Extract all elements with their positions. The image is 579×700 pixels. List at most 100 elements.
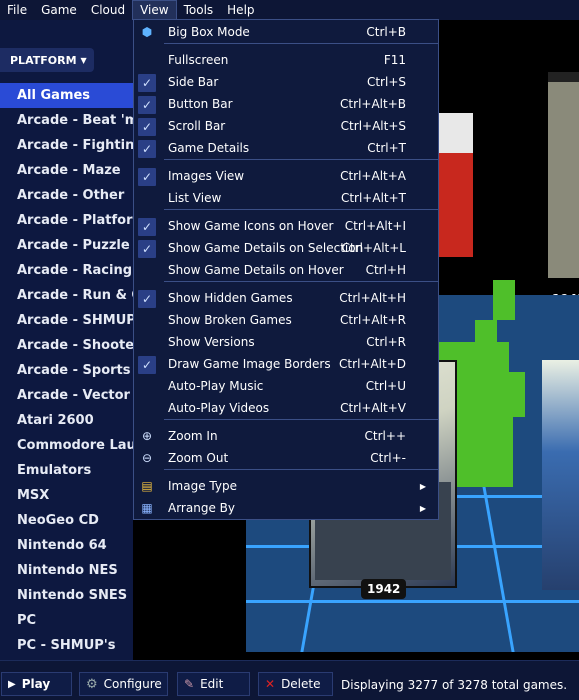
view-menu-item-show-hidden-games[interactable]: ✓ Show Hidden Games Ctrl+Alt+H <box>134 287 438 309</box>
delete-icon: ✕ <box>265 677 276 691</box>
view-menu-item-show-broken-games[interactable]: Show Broken Games Ctrl+Alt+R <box>134 309 438 331</box>
platform-item-all-games[interactable]: All Games <box>0 83 133 108</box>
menu-item-label: Zoom In <box>168 429 218 443</box>
view-menu-item-draw-game-image-borders[interactable]: ✓ Draw Game Image Borders Ctrl+Alt+D <box>134 353 438 375</box>
platform-item[interactable]: Nintendo SNES <box>0 583 133 608</box>
game-cover-n64[interactable] <box>433 113 473 257</box>
edit-button[interactable]: ✎ Edit <box>177 672 250 696</box>
menu-item-label: Image Type <box>168 479 237 493</box>
platform-item[interactable]: Nintendo 64 <box>0 533 133 558</box>
view-menu-item-arrange-by[interactable]: ▦ Arrange By ▶ <box>134 497 438 519</box>
view-menu-item-fullscreen[interactable]: Fullscreen F11 <box>134 49 438 71</box>
view-menu-item-auto-play-music[interactable]: Auto-Play Music Ctrl+U <box>134 375 438 397</box>
menu-item-label: Show Game Details on Selection <box>168 241 364 255</box>
menu-item-shortcut: Ctrl+Alt+L <box>341 241 406 255</box>
menu-bar: File Game Cloud View Tools Help <box>0 0 579 20</box>
menu-item-label: List View <box>168 191 222 205</box>
menu-item-shortcut: F11 <box>383 53 406 67</box>
delete-button[interactable]: ✕ Delete <box>258 672 333 696</box>
platform-item[interactable]: Arcade - Beat 'm Up <box>0 108 133 133</box>
view-menu-item-zoom-out[interactable]: ⊖ Zoom Out Ctrl+- <box>134 447 438 469</box>
menu-item-label: Zoom Out <box>168 451 229 465</box>
edit-label: Edit <box>200 677 224 691</box>
menu-item-label: Show Game Icons on Hover <box>168 219 334 233</box>
menu-item-shortcut: Ctrl+R <box>366 335 406 349</box>
checkmark-icon: ✓ <box>138 118 156 136</box>
platform-item[interactable]: Arcade - SHMUP's <box>0 308 133 333</box>
platform-item[interactable]: Nintendo NES <box>0 558 133 583</box>
platform-item[interactable]: PC - SHMUP's <box>0 633 133 658</box>
platform-item[interactable]: Arcade - Maze <box>0 158 133 183</box>
view-menu-item-side-bar[interactable]: ✓ Side Bar Ctrl+S <box>134 71 438 93</box>
platform-item[interactable]: Arcade - Shooter <box>0 333 133 358</box>
view-menu-item-show-game-icons-on-hover[interactable]: ✓ Show Game Icons on Hover Ctrl+Alt+I <box>134 215 438 237</box>
menu-item-label: Auto-Play Music <box>168 379 264 393</box>
platform-item[interactable]: Arcade - Puzzle <box>0 233 133 258</box>
view-menu-item-images-view[interactable]: ✓ Images View Ctrl+Alt+A <box>134 165 438 187</box>
view-menu-item-show-game-details-on-hover[interactable]: Show Game Details on Hover Ctrl+H <box>134 259 438 281</box>
menu-item-label: Fullscreen <box>168 53 229 67</box>
menu-item-label: Show Broken Games <box>168 313 292 327</box>
view-menu-item-show-versions[interactable]: Show Versions Ctrl+R <box>134 331 438 353</box>
play-button[interactable]: ▶ Play <box>1 672 72 696</box>
view-menu-item-button-bar[interactable]: ✓ Button Bar Ctrl+Alt+B <box>134 93 438 115</box>
menu-view[interactable]: View <box>132 0 177 20</box>
menu-item-shortcut: Ctrl+U <box>365 379 406 393</box>
platform-item[interactable]: Emulators <box>0 458 133 483</box>
platform-item[interactable]: Arcade - Fighting <box>0 133 133 158</box>
status-text: Displaying 3277 of 3278 total games. <box>341 678 568 692</box>
platform-item[interactable]: Arcade - Platform <box>0 208 133 233</box>
menu-item-label: Show Versions <box>168 335 255 349</box>
platform-item[interactable]: Atari 2600 <box>0 408 133 433</box>
menu-item-shortcut: Ctrl+Alt+S <box>340 119 406 133</box>
view-menu-item-big-box-mode[interactable]: ⬢ Big Box Mode Ctrl+B <box>134 21 438 43</box>
menu-item-shortcut: Ctrl+B <box>366 25 406 39</box>
checkmark-icon: ✓ <box>138 168 156 186</box>
menu-item-label: Game Details <box>168 141 250 155</box>
menu-item-shortcut: Ctrl+Alt+H <box>339 291 406 305</box>
pencil-icon: ✎ <box>184 677 195 691</box>
menu-item-shortcut: Ctrl+- <box>370 451 406 465</box>
menu-cloud[interactable]: Cloud <box>84 0 132 20</box>
gear-icon: ⚙ <box>86 676 98 692</box>
game-cover-right[interactable] <box>542 360 579 590</box>
menu-separator <box>164 469 438 470</box>
platform-item[interactable]: Arcade - Run & Gun <box>0 283 133 308</box>
menu-game[interactable]: Game <box>34 0 84 20</box>
menu-separator <box>164 159 438 160</box>
platform-item[interactable]: Arcade - Other <box>0 183 133 208</box>
platform-item[interactable]: MSX <box>0 483 133 508</box>
view-menu-item-scroll-bar[interactable]: ✓ Scroll Bar Ctrl+Alt+S <box>134 115 438 137</box>
bigbox-icon: ⬢ <box>141 25 153 39</box>
game-cover-1941[interactable] <box>548 72 579 278</box>
view-menu-item-image-type[interactable]: ▤ Image Type ▶ <box>134 475 438 497</box>
menu-item-label: Draw Game Image Borders <box>168 357 331 371</box>
play-label: Play <box>21 677 51 691</box>
menu-separator <box>164 43 438 44</box>
view-menu-item-game-details[interactable]: ✓ Game Details Ctrl+T <box>134 137 438 159</box>
platform-item[interactable]: PC <box>0 608 133 633</box>
zoom-out-icon: ⊖ <box>141 451 153 465</box>
view-menu-item-zoom-in[interactable]: ⊕ Zoom In Ctrl++ <box>134 425 438 447</box>
platform-filter-button[interactable]: PLATFORM ▼ <box>0 48 94 72</box>
menu-tools[interactable]: Tools <box>177 0 221 20</box>
platform-filter-label: PLATFORM <box>10 53 77 67</box>
menu-item-shortcut: Ctrl++ <box>364 429 406 443</box>
platform-item[interactable]: Commodore Launcher <box>0 433 133 458</box>
configure-button[interactable]: ⚙ Configure <box>79 672 168 696</box>
platform-item[interactable]: NeoGeo CD <box>0 508 133 533</box>
menu-help[interactable]: Help <box>220 0 261 20</box>
platform-item[interactable]: Arcade - Vector <box>0 383 133 408</box>
platform-item[interactable]: Arcade - Racing <box>0 258 133 283</box>
menu-item-shortcut: Ctrl+H <box>365 263 406 277</box>
arrange-icon: ▦ <box>141 501 153 515</box>
menu-file[interactable]: File <box>0 0 34 20</box>
menu-item-label: Button Bar <box>168 97 233 111</box>
platform-item[interactable]: Arcade - Sports <box>0 358 133 383</box>
menu-item-label: Show Hidden Games <box>168 291 293 305</box>
checkmark-icon: ✓ <box>138 140 156 158</box>
view-menu-item-auto-play-videos[interactable]: Auto-Play Videos Ctrl+Alt+V <box>134 397 438 419</box>
view-menu-item-list-view[interactable]: List View Ctrl+Alt+T <box>134 187 438 209</box>
menu-item-label: Big Box Mode <box>168 25 250 39</box>
view-menu-item-show-game-details-on-selection[interactable]: ✓ Show Game Details on Selection Ctrl+Alt+… <box>134 237 438 259</box>
